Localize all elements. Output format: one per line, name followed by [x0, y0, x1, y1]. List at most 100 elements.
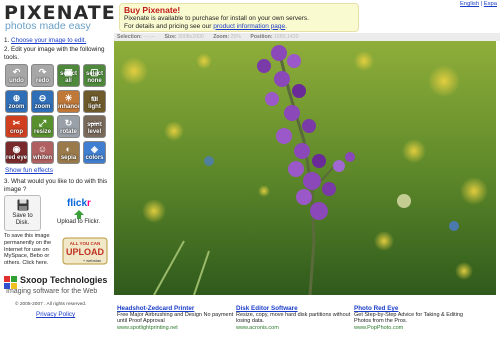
ads-panel: Headshot-Zedcard Printer Free Major Airb…: [114, 298, 500, 338]
ad-text: Resize, copy, move hard disk partitions …: [236, 312, 351, 325]
language-english-link[interactable]: English: [460, 1, 479, 7]
tool-label: colors: [85, 154, 104, 161]
colors-icon: ◈: [91, 143, 98, 154]
all-you-can-upload-badge[interactable]: ALL YOU CAN UPLOAD + webstan: [62, 236, 108, 266]
ad-url[interactable]: www.acronis.com: [236, 325, 354, 331]
selection-label: Selection:: [117, 34, 142, 40]
tool-whiten-button[interactable]: ☺ whiten: [31, 140, 54, 164]
red-eye-icon: ◉: [12, 143, 21, 154]
ad-title[interactable]: Disk Editor Software: [236, 305, 354, 312]
ad-text: Free Major Airbrushing and Design No pay…: [117, 312, 234, 325]
tool-zoom-button[interactable]: ⊖ zoom: [31, 89, 54, 113]
size-value: 3008x2000: [178, 34, 204, 40]
pixenate-app: PIXENATE photos made easy 1. Choose your…: [0, 0, 500, 338]
sidebar: PIXENATE photos made easy 1. Choose your…: [0, 0, 115, 338]
show-fun-effects-link[interactable]: Show fun effects: [5, 167, 53, 174]
svg-text:flickr: flickr: [67, 198, 91, 209]
save-to-disk-button[interactable]: Save to Disk.: [4, 195, 41, 231]
tool-red-eye-button[interactable]: ◉ red eye: [5, 140, 28, 164]
tool-rotate-button[interactable]: ↻ rotate: [57, 115, 80, 138]
zoom-value: 25%: [230, 34, 241, 40]
tool-select-none-button[interactable]: ▢ select none: [83, 64, 106, 87]
badge-line1: ALL YOU CAN: [70, 241, 101, 246]
badge-line2: UPLOAD: [66, 247, 105, 257]
step-2: 2. Edit your image with the following to…: [4, 46, 105, 61]
tool-label: redo: [35, 78, 49, 84]
position-label: Position:: [250, 34, 273, 40]
tool-fill-light-button[interactable]: ☼ fill light: [83, 89, 106, 113]
position-value: 1680,1420: [274, 34, 299, 40]
privacy-policy-link[interactable]: Privacy Policy: [36, 311, 75, 318]
fill-light-icon: ☼: [90, 92, 99, 103]
image-info-bar: Selection: ---,--- Size: 3008x2000 Zoom:…: [114, 33, 500, 41]
notice-line-2: For details and pricing see our product …: [124, 23, 354, 31]
tool-label: rotate: [60, 129, 77, 135]
ad-url[interactable]: www.PopPhoto.com: [354, 325, 472, 331]
resize-icon: ⤢: [38, 118, 47, 128]
flower-photo: [114, 41, 496, 295]
tool-label: zoom: [34, 103, 51, 110]
upload-to-flickr-label: Upload to Flickr.: [56, 219, 101, 225]
buy-notice: Buy Pixenate! Pixenate is available to p…: [119, 3, 359, 32]
ad-text: Get Step-by-Step Advice for Taking & Edi…: [354, 312, 464, 325]
tool-label: crop: [9, 129, 23, 135]
tool-label: resize: [33, 129, 51, 135]
tool-label: whiten: [33, 154, 52, 161]
select-all-icon: ▣: [64, 67, 73, 77]
tool-spirit-level-button[interactable]: — spirit level: [83, 115, 106, 138]
crop-icon: ✂: [12, 118, 21, 128]
ad-title[interactable]: Photo Red Eye: [354, 305, 472, 312]
permanent-save-text[interactable]: To save this image permanently on the In…: [4, 233, 58, 267]
language-espanol-link[interactable]: Espa: [484, 1, 497, 7]
tool-palette: ↶ undo ↷ redo ▣ select all ▢ select none ⊕ zoom ⊖ z…: [5, 64, 111, 166]
tool-label: zoom: [8, 103, 25, 110]
tool-sepia-button[interactable]: ◐ sepia: [57, 140, 80, 164]
flickr-logo-icon: flickr: [67, 198, 91, 209]
ad-url[interactable]: www.spotlightprinting.net: [117, 325, 235, 331]
tool-label: enhance: [57, 103, 80, 110]
select-none-icon: ▢: [90, 67, 99, 77]
notice-title: Buy Pixenate!: [124, 5, 181, 15]
zoom-in-icon: ⊕: [12, 92, 21, 103]
ad-item[interactable]: Photo Red Eye Get Step-by-Step Advice fo…: [354, 305, 472, 331]
badge-line3: + webstan: [83, 258, 101, 263]
size-label: Size:: [164, 34, 177, 40]
tool-undo-button[interactable]: ↶ undo: [5, 64, 28, 87]
tool-label: red eye: [6, 154, 28, 161]
notice-line-2-prefix: For details and pricing see our: [124, 22, 214, 30]
ad-item[interactable]: Disk Editor Software Resize, copy, move …: [236, 305, 354, 331]
company-name: Sxoop Technologies: [20, 275, 108, 285]
floppy-disk-icon: [17, 199, 28, 211]
tool-label: sepia: [60, 154, 77, 161]
upload-arrow-icon: [73, 210, 84, 219]
zoom-out-icon: ⊖: [38, 92, 47, 103]
tool-crop-button[interactable]: ✂ crop: [5, 115, 28, 138]
notice-line-2-suffix: .: [285, 22, 287, 30]
selection-value: ---,---: [143, 34, 156, 40]
tool-redo-button[interactable]: ↷ redo: [31, 64, 54, 87]
undo-arrow-icon: ↶: [12, 67, 21, 77]
ad-title[interactable]: Headshot-Zedcard Printer: [117, 305, 235, 312]
product-info-link[interactable]: product information page: [213, 23, 285, 30]
spirit-level-icon: —: [90, 118, 99, 128]
tool-colors-button[interactable]: ◈ colors: [83, 140, 106, 164]
enhance-icon: ☀: [64, 92, 73, 103]
image-canvas[interactable]: [114, 41, 496, 295]
whiten-teeth-icon: ☺: [37, 143, 48, 154]
tool-select-all-button[interactable]: ▣ select all: [57, 64, 80, 87]
step-1: 1. Choose your image to edit.: [4, 37, 112, 45]
sepia-icon: ◐: [65, 143, 72, 154]
tool-label: undo: [9, 78, 24, 84]
choose-image-link[interactable]: Choose your image to edit.: [11, 37, 86, 44]
rotate-icon: ↻: [64, 118, 73, 128]
upload-to-flickr-button[interactable]: flickr Upload to Flickr.: [46, 195, 111, 231]
language-selector: English | Espa: [460, 1, 497, 7]
tool-zoom-button[interactable]: ⊕ zoom: [5, 89, 28, 113]
tool-resize-button[interactable]: ⤢ resize: [31, 115, 54, 138]
zoom-label: Zoom:: [213, 34, 230, 40]
copyright: © 2005-2007 . All rights reserved.: [15, 302, 87, 307]
step-3: 3. What would you like to do with this i…: [4, 178, 108, 193]
ad-item[interactable]: Headshot-Zedcard Printer Free Major Airb…: [117, 305, 235, 331]
notice-line-1: Pixenate is available to purchase for in…: [124, 15, 309, 22]
tool-enhance-button[interactable]: ☀ enhance: [57, 89, 80, 113]
